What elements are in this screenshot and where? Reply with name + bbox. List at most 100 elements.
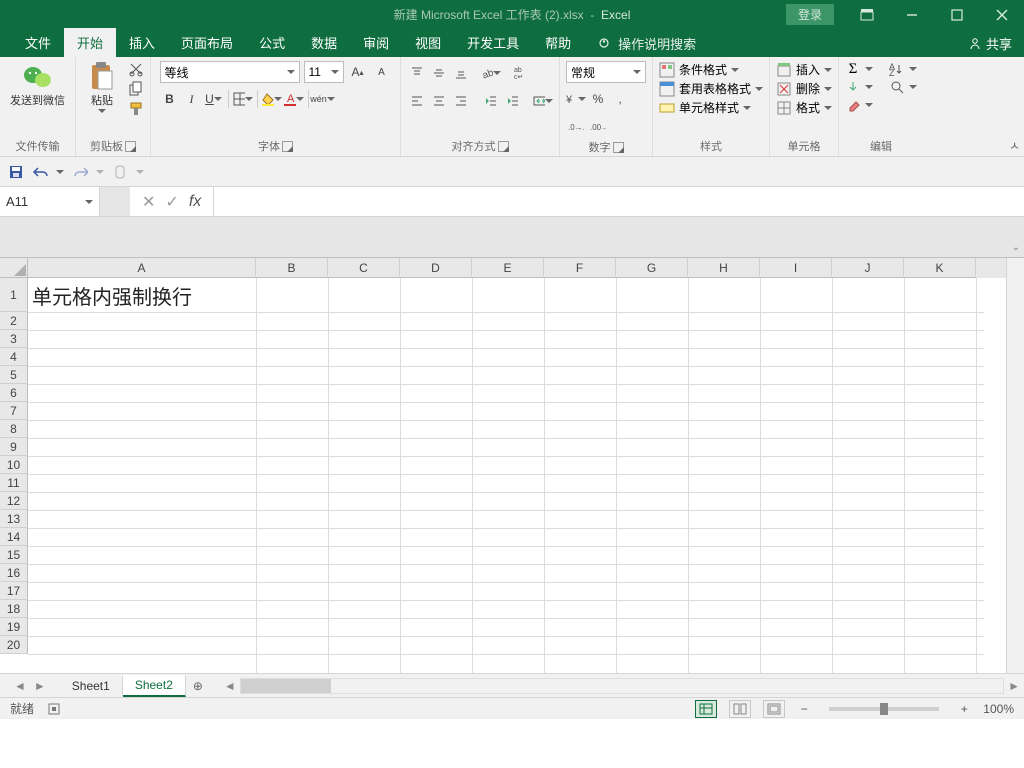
number-dialog-launcher-icon[interactable] (613, 142, 624, 153)
new-sheet-button[interactable]: ⊕ (186, 679, 210, 693)
tab-insert[interactable]: 插入 (116, 28, 168, 57)
borders-icon[interactable] (233, 89, 253, 109)
touch-mouse-icon[interactable] (112, 164, 128, 180)
cell-styles-button[interactable]: 单元格样式 (659, 99, 763, 116)
sheet-nav-next-icon[interactable]: ► (34, 679, 46, 693)
column-header[interactable]: D (400, 258, 472, 278)
wrap-text-icon[interactable]: abc↵ (511, 63, 531, 83)
column-header[interactable]: C (328, 258, 400, 278)
tab-home[interactable]: 开始 (64, 28, 116, 57)
undo-icon[interactable] (32, 164, 48, 180)
row-header[interactable]: 18 (0, 600, 28, 618)
row-header[interactable]: 11 (0, 474, 28, 492)
row-header[interactable]: 17 (0, 582, 28, 600)
clipboard-dialog-launcher-icon[interactable] (125, 141, 136, 152)
vertical-scrollbar[interactable] (1006, 258, 1024, 673)
row-header[interactable]: 13 (0, 510, 28, 528)
percent-icon[interactable]: % (588, 89, 608, 109)
orientation-icon[interactable]: ab (481, 63, 501, 83)
bold-button[interactable]: B (160, 89, 180, 109)
column-header[interactable]: E (472, 258, 544, 278)
find-select-icon[interactable] (889, 79, 905, 95)
page-layout-view-icon[interactable] (729, 700, 751, 718)
expand-formula-bar-icon[interactable]: ⌄ (1012, 242, 1020, 253)
delete-cells-button[interactable]: 删除 (776, 80, 832, 97)
column-header[interactable]: A (28, 258, 256, 278)
align-center-icon[interactable] (429, 91, 449, 111)
login-button[interactable]: 登录 (786, 4, 834, 25)
font-dialog-launcher-icon[interactable] (282, 141, 293, 152)
row-header[interactable]: 3 (0, 330, 28, 348)
save-icon[interactable] (8, 164, 24, 180)
minimize-icon[interactable] (889, 0, 934, 29)
row-header[interactable]: 8 (0, 420, 28, 438)
column-header[interactable]: I (760, 258, 832, 278)
decrease-indent-icon[interactable] (481, 91, 501, 111)
align-right-icon[interactable] (451, 91, 471, 111)
conditional-formatting-button[interactable]: 条件格式 (659, 61, 763, 78)
sheet-nav-prev-icon[interactable]: ◄ (14, 679, 26, 693)
align-top-icon[interactable] (407, 63, 427, 83)
undo-dropdown[interactable] (56, 170, 64, 174)
format-cells-button[interactable]: 格式 (776, 99, 832, 116)
format-as-table-button[interactable]: 套用表格格式 (659, 80, 763, 97)
row-header[interactable]: 5 (0, 366, 28, 384)
tab-formulas[interactable]: 公式 (246, 28, 298, 57)
zoom-level[interactable]: 100% (983, 702, 1014, 716)
collapse-ribbon-icon[interactable]: ㅅ (1009, 137, 1020, 154)
tab-help[interactable]: 帮助 (532, 28, 584, 57)
close-icon[interactable] (979, 0, 1024, 29)
column-header[interactable]: K (904, 258, 976, 278)
underline-button[interactable]: U (204, 89, 224, 109)
tab-page-layout[interactable]: 页面布局 (168, 28, 246, 57)
increase-indent-icon[interactable] (503, 91, 523, 111)
redo-icon[interactable] (72, 164, 88, 180)
sort-filter-icon[interactable]: AZ (889, 61, 905, 77)
column-header[interactable]: G (616, 258, 688, 278)
row-header[interactable]: 7 (0, 402, 28, 420)
select-all-corner[interactable] (0, 258, 28, 278)
formula-bar[interactable] (214, 187, 1024, 216)
zoom-in-button[interactable]: + (957, 702, 971, 716)
row-header[interactable]: 12 (0, 492, 28, 510)
alignment-dialog-launcher-icon[interactable] (498, 141, 509, 152)
align-bottom-icon[interactable] (451, 63, 471, 83)
row-header[interactable]: 19 (0, 618, 28, 636)
clear-icon[interactable] (845, 97, 861, 113)
tab-data[interactable]: 数据 (298, 28, 350, 57)
format-painter-icon[interactable] (128, 101, 144, 117)
page-break-view-icon[interactable] (763, 700, 785, 718)
column-header[interactable]: F (544, 258, 616, 278)
send-to-wechat-button[interactable]: 发送到微信 (6, 61, 69, 107)
align-middle-icon[interactable] (429, 63, 449, 83)
column-header[interactable]: J (832, 258, 904, 278)
cut-icon[interactable] (128, 61, 144, 77)
number-format-combo[interactable]: 常规 (566, 61, 646, 83)
row-header[interactable]: 6 (0, 384, 28, 402)
redo-dropdown[interactable] (96, 170, 104, 174)
column-header[interactable]: H (688, 258, 760, 278)
align-left-icon[interactable] (407, 91, 427, 111)
font-name-combo[interactable]: 等线 (160, 61, 300, 83)
accounting-format-icon[interactable]: ¥ (566, 89, 586, 109)
column-header[interactable]: B (256, 258, 328, 278)
font-color-icon[interactable]: A (284, 89, 304, 109)
ribbon-display-options-icon[interactable] (844, 0, 889, 29)
insert-function-icon[interactable]: fx (189, 193, 201, 211)
tell-me-search[interactable]: 操作说明搜索 (588, 30, 706, 57)
row-header[interactable]: 4 (0, 348, 28, 366)
row-header[interactable]: 14 (0, 528, 28, 546)
insert-cells-button[interactable]: 插入 (776, 61, 832, 78)
sheet-tab-2[interactable]: Sheet2 (123, 675, 186, 697)
fill-icon[interactable] (845, 79, 861, 95)
row-header[interactable]: 2 (0, 312, 28, 330)
decrease-font-icon[interactable]: A (372, 62, 392, 82)
maximize-icon[interactable] (934, 0, 979, 29)
font-size-combo[interactable]: 11 (304, 61, 344, 83)
tab-review[interactable]: 审阅 (350, 28, 402, 57)
increase-decimal-icon[interactable]: .0→.00 (566, 117, 586, 137)
row-header[interactable]: 16 (0, 564, 28, 582)
horizontal-scrollbar[interactable]: ◄ ► (220, 677, 1024, 695)
row-header[interactable]: 1 (0, 278, 28, 312)
cancel-formula-icon[interactable]: ✕ (142, 192, 155, 212)
